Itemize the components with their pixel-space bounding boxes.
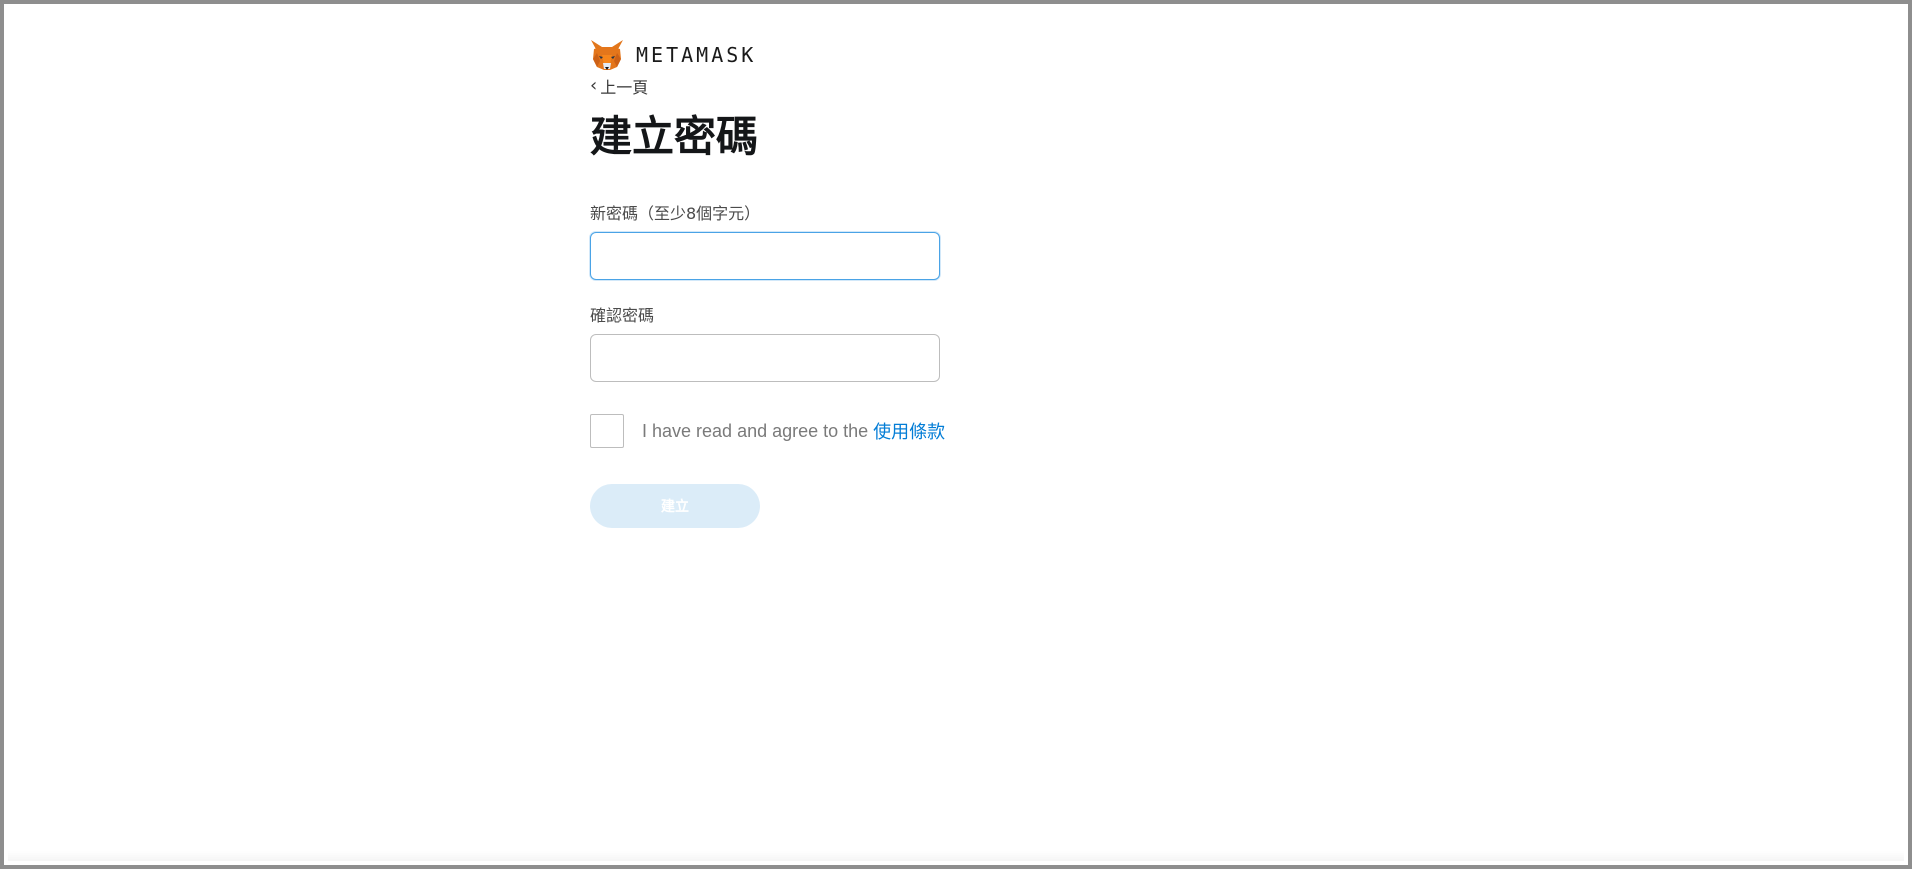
back-link-label: 上一頁 xyxy=(600,78,649,97)
confirm-password-input[interactable] xyxy=(590,334,940,383)
terms-row: I have read and agree to the 使用條款 xyxy=(590,414,1010,449)
terms-of-use-link[interactable]: 使用條款 xyxy=(873,418,945,444)
bottom-shadow xyxy=(8,851,1904,861)
new-password-field: 新密碼（至少8個字元） xyxy=(590,200,1010,281)
metamask-wordmark: METAMASK xyxy=(636,43,757,67)
create-password-container: METAMASK ‹ 上一頁 建立密碼 新密碼（至少8個字元） 確認密碼 I h… xyxy=(590,36,1010,529)
brand-header: METAMASK xyxy=(590,36,1010,74)
back-link[interactable]: ‹ 上一頁 xyxy=(590,74,648,98)
new-password-label: 新密碼（至少8個字元） xyxy=(590,204,761,224)
confirm-password-label: 確認密碼 xyxy=(590,306,655,326)
metamask-fox-icon xyxy=(591,40,623,70)
terms-checkbox[interactable] xyxy=(590,414,624,449)
create-button-label: 建立 xyxy=(661,499,689,516)
browser-frame: METAMASK ‹ 上一頁 建立密碼 新密碼（至少8個字元） 確認密碼 I h… xyxy=(0,0,1912,869)
create-button[interactable]: 建立 xyxy=(590,484,760,529)
new-password-input[interactable] xyxy=(590,232,940,281)
terms-text: I have read and agree to the xyxy=(642,420,869,441)
page-title: 建立密碼 xyxy=(590,112,759,161)
confirm-password-field: 確認密碼 xyxy=(590,302,1010,383)
chevron-left-icon: ‹ xyxy=(590,75,598,96)
